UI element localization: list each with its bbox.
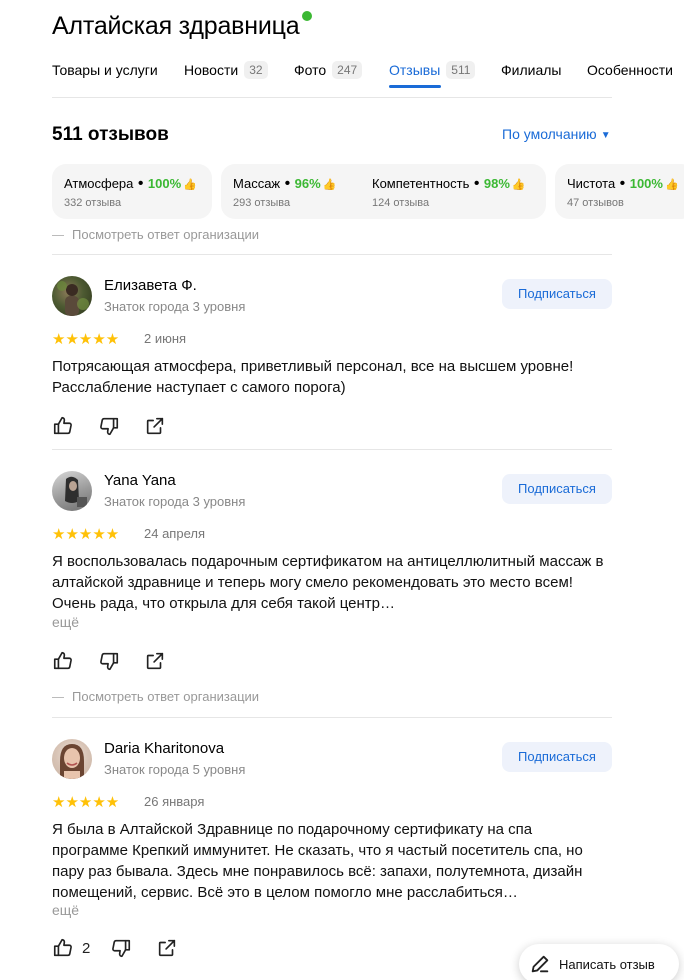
read-more-link[interactable]: ещё bbox=[52, 902, 79, 918]
tab-label: Товары и услуги bbox=[52, 62, 158, 78]
divider bbox=[52, 449, 612, 450]
view-org-reply-link[interactable]: Посмотреть ответ организации bbox=[52, 227, 259, 242]
aspect-percent: 100% bbox=[147, 176, 182, 191]
rating-stars: ★★★★★ bbox=[52, 331, 120, 348]
thumbs-up-icon[interactable] bbox=[52, 415, 76, 439]
review-date: 2 июня bbox=[144, 331, 187, 346]
read-more-link[interactable]: ещё bbox=[52, 614, 79, 630]
thumbs-up-icon: 👍 bbox=[511, 179, 526, 191]
like-count: 2 bbox=[82, 940, 91, 957]
tab-label: Особенности bbox=[587, 62, 673, 78]
thumbs-up-icon: 👍 bbox=[322, 179, 337, 191]
review-card: Yana Yana Знаток города 3 уровня Подписа… bbox=[52, 471, 612, 681]
sort-dropdown[interactable]: По умолчанию ▼ bbox=[502, 126, 611, 142]
tab-label: Фото bbox=[294, 62, 327, 78]
review-text: Я воспользовалась подарочным сертификато… bbox=[52, 553, 604, 612]
verified-badge-icon bbox=[302, 11, 313, 21]
thumbs-up-icon[interactable] bbox=[52, 937, 76, 961]
pen-icon bbox=[531, 955, 549, 973]
dash bbox=[52, 697, 64, 699]
aspect-cleanliness[interactable]: Чистота • 100% 👍 47 отзывов bbox=[555, 164, 684, 219]
tab-features[interactable]: Особенности bbox=[587, 60, 673, 98]
aspect-review-count: 47 отзывов bbox=[567, 197, 624, 209]
avatar-photo bbox=[57, 281, 89, 316]
divider bbox=[52, 254, 612, 255]
tab-count: 32 bbox=[244, 61, 268, 79]
subscribe-button[interactable]: Подписаться bbox=[502, 279, 612, 309]
avatar-photo bbox=[60, 744, 84, 779]
page-title: Алтайская здравница bbox=[52, 11, 313, 41]
thumbs-down-icon[interactable] bbox=[98, 650, 122, 674]
author-name[interactable]: Daria Kharitonova bbox=[104, 740, 224, 757]
avatar[interactable] bbox=[52, 739, 92, 779]
avatar[interactable] bbox=[52, 276, 92, 316]
aspect-filters: Атмосфера • 100% 👍 332 отзыва Массаж • 96… bbox=[52, 164, 684, 220]
aspect-name: Атмосфера bbox=[64, 176, 134, 191]
tab-reviews[interactable]: Отзывы 511 bbox=[389, 60, 476, 98]
aspect-name: Чистота bbox=[567, 176, 616, 191]
aspect-percent: 98% bbox=[483, 176, 510, 191]
view-org-reply-link[interactable]: Посмотреть ответ организации bbox=[52, 689, 259, 704]
aspect-atmosphere[interactable]: Атмосфера • 100% 👍 332 отзыва bbox=[52, 164, 212, 219]
aspect-review-count: 332 отзыва bbox=[64, 197, 122, 209]
chevron-down-icon: ▼ bbox=[600, 130, 611, 141]
tab-label: Отзывы bbox=[389, 62, 441, 78]
author-level: Знаток города 3 уровня bbox=[104, 494, 246, 509]
tab-count: 247 bbox=[332, 61, 363, 79]
thumbs-up-icon: 👍 bbox=[183, 179, 197, 191]
tab-bar: Товары и услуги Новости 32 Фото 247 Отзывы… bbox=[52, 60, 673, 98]
tab-label: Новости bbox=[184, 62, 239, 78]
write-review-label: Написать отзыв bbox=[559, 957, 655, 972]
tab-label: Филиалы bbox=[501, 62, 562, 78]
subscribe-button[interactable]: Подписаться bbox=[502, 474, 612, 504]
thumbs-down-icon[interactable] bbox=[110, 937, 134, 961]
tab-products[interactable]: Товары и услуги bbox=[52, 60, 158, 98]
rating-stars: ★★★★★ bbox=[52, 526, 120, 543]
org-reply-label: Посмотреть ответ организации bbox=[72, 227, 260, 242]
subscribe-button[interactable]: Подписаться bbox=[502, 742, 612, 772]
author-level: Знаток города 3 уровня bbox=[104, 299, 246, 314]
thumbs-up-icon[interactable] bbox=[52, 650, 76, 674]
thumbs-down-icon[interactable] bbox=[98, 415, 122, 439]
share-icon[interactable] bbox=[156, 937, 180, 961]
author-level: Знаток города 5 уровня bbox=[104, 762, 246, 777]
divider bbox=[52, 717, 612, 718]
tab-news[interactable]: Новости 32 bbox=[184, 60, 268, 98]
aspect-percent: 100% bbox=[629, 176, 663, 191]
dash bbox=[52, 235, 64, 237]
author-name[interactable]: Елизавета Ф. bbox=[104, 277, 197, 294]
org-reply-label: Посмотреть ответ организации bbox=[72, 689, 260, 704]
aspect-percent: 96% bbox=[294, 176, 321, 191]
thumbs-up-icon: 👍 bbox=[664, 179, 679, 191]
review-date: 26 января bbox=[144, 794, 205, 809]
aspect-name: Массаж bbox=[233, 176, 281, 191]
rating-stars: ★★★★★ bbox=[52, 794, 120, 811]
tab-branches[interactable]: Филиалы bbox=[501, 60, 561, 98]
tab-photos[interactable]: Фото 247 bbox=[294, 60, 363, 98]
review-text: Я была в Алтайской Здравнице по подарочн… bbox=[52, 821, 583, 901]
review-actions: 2 bbox=[52, 937, 192, 961]
aspect-review-count: 124 отзыва bbox=[372, 197, 430, 209]
avatar-photo bbox=[65, 476, 87, 507]
review-text: Потрясающая атмосфера, приветливый персо… bbox=[52, 358, 574, 396]
author-name[interactable]: Yana Yana bbox=[104, 472, 176, 489]
share-icon[interactable] bbox=[144, 650, 168, 674]
write-review-button[interactable]: Написать отзыв bbox=[519, 944, 679, 980]
aspect-name: Компетентность bbox=[372, 176, 470, 191]
review-date: 24 апреля bbox=[144, 526, 205, 541]
tab-count: 511 bbox=[446, 61, 476, 79]
reviews-count: 511 отзывов bbox=[52, 124, 169, 145]
sort-label: По умолчанию bbox=[502, 126, 597, 142]
share-icon[interactable] bbox=[144, 415, 168, 439]
review-card: Елизавета Ф. Знаток города 3 уровня Подп… bbox=[52, 276, 612, 441]
avatar[interactable] bbox=[52, 471, 92, 511]
review-card: Daria Kharitonova Знаток города 5 уровня… bbox=[52, 739, 612, 969]
aspect-competence[interactable]: Компетентность • 98% 👍 124 отзыва bbox=[360, 164, 546, 219]
